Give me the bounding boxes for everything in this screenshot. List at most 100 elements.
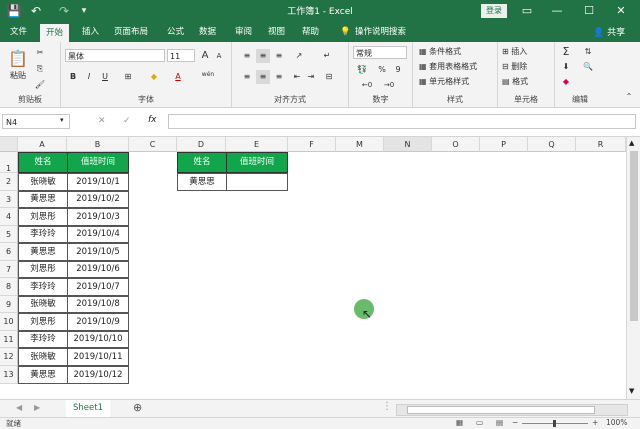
scroll-down-icon[interactable]: ▼ [629, 387, 634, 395]
scroll-thumb[interactable] [630, 151, 638, 321]
row-header[interactable]: 1 [0, 152, 18, 173]
table-cell[interactable]: 2019/10/2 [67, 191, 129, 208]
table-cell[interactable]: 2019/10/6 [67, 261, 129, 278]
tab-file[interactable]: 文件 [10, 25, 27, 42]
vertical-scrollbar[interactable]: ▲ ▼ [626, 137, 640, 399]
shrink-font-button[interactable]: A [213, 49, 225, 63]
format-cells-button[interactable]: ▤ 格式 [502, 75, 550, 89]
row-header[interactable]: 3 [0, 191, 18, 208]
font-size-select[interactable]: 11 [167, 49, 195, 62]
zoom-in-button[interactable]: + [592, 418, 598, 427]
insert-function-icon[interactable]: fx [148, 115, 157, 125]
table-cell[interactable]: 黄思思 [18, 243, 68, 261]
prev-sheet-icon[interactable]: ◀ [16, 403, 22, 412]
table-header-cell[interactable]: 姓名 [18, 152, 68, 173]
table-cell[interactable]: 张晓敏 [18, 296, 68, 313]
table-cell[interactable]: 2019/10/10 [67, 331, 129, 348]
row-header[interactable]: 5 [0, 226, 18, 243]
scroll-up-icon[interactable]: ▲ [629, 139, 634, 147]
table-cell[interactable]: 黄思思 [18, 366, 68, 384]
tab-review[interactable]: 审阅 [235, 25, 252, 42]
page-layout-view-icon[interactable]: ▭ [476, 418, 483, 427]
cancel-icon[interactable]: ✕ [98, 116, 106, 126]
table-cell[interactable]: 2019/10/9 [67, 313, 129, 331]
page-break-view-icon[interactable]: ▤ [496, 418, 503, 427]
column-header-q[interactable]: Q [528, 137, 576, 152]
enter-icon[interactable]: ✓ [123, 116, 131, 126]
font-color-button[interactable]: A [171, 70, 185, 84]
autosum-button[interactable]: Σ [559, 45, 573, 59]
wrap-text-icon[interactable]: ↵ [320, 49, 334, 63]
number-format-select[interactable]: 常规 [353, 46, 407, 59]
tab-view[interactable]: 视图 [268, 25, 285, 42]
table-header-cell[interactable]: 姓名 [177, 152, 227, 173]
decrease-indent-icon[interactable]: ⇤ [290, 70, 304, 84]
maximize-icon[interactable]: ☐ [578, 2, 600, 20]
column-header-e[interactable]: E [226, 137, 288, 152]
fill-color-icon[interactable]: ◆ [147, 70, 161, 84]
row-header[interactable]: 12 [0, 348, 18, 366]
align-center-icon[interactable]: ≡ [256, 70, 270, 84]
table-cell[interactable]: 李玲玲 [18, 331, 68, 348]
table-cell[interactable]: 2019/10/11 [67, 348, 129, 366]
table-cell[interactable]: 2019/10/1 [67, 173, 129, 191]
table-cell[interactable]: 刘思彤 [18, 261, 68, 278]
table-cell[interactable]: 刘思彤 [18, 313, 68, 331]
align-middle-icon[interactable]: ≡ [256, 49, 270, 63]
phonetic-button[interactable]: wén [199, 68, 217, 82]
zoom-level[interactable]: 100% [606, 418, 627, 427]
tab-data[interactable]: 数据 [199, 25, 216, 42]
column-header-o[interactable]: O [432, 137, 480, 152]
column-header-a[interactable]: A [18, 137, 67, 152]
horizontal-scrollbar[interactable] [396, 404, 628, 416]
table-cell[interactable]: 李玲玲 [18, 278, 68, 296]
tell-me-search[interactable]: 操作说明搜索 [355, 25, 406, 42]
underline-button[interactable]: U [99, 70, 111, 84]
tab-formulas[interactable]: 公式 [167, 25, 184, 42]
worksheet-grid[interactable]: A B C D E F M N O P Q R 1 2 3 4 5 6 7 8 9 10 11 12 1… [0, 137, 626, 399]
align-top-icon[interactable]: ≡ [240, 49, 254, 63]
fill-icon[interactable]: ⬇ [559, 60, 573, 74]
align-left-icon[interactable]: ≡ [240, 70, 254, 84]
format-as-table-button[interactable]: ▦ 套用表格格式 [419, 60, 495, 74]
paste-label[interactable]: 粘贴 [6, 69, 30, 83]
tab-home[interactable]: 开始 [40, 24, 70, 42]
row-header[interactable]: 10 [0, 313, 18, 331]
row-header[interactable]: 4 [0, 208, 18, 226]
column-header-r[interactable]: R [576, 137, 626, 152]
column-header-f[interactable]: F [288, 137, 336, 152]
column-header-d[interactable]: D [177, 137, 226, 152]
clear-icon[interactable]: ◆ [559, 75, 573, 89]
paste-icon[interactable]: 📋 [6, 48, 30, 70]
orientation-icon[interactable]: ↗ [292, 49, 306, 63]
column-header-n[interactable]: N [384, 137, 432, 152]
italic-button[interactable]: I [83, 70, 95, 84]
table-cell[interactable]: 2019/10/3 [67, 208, 129, 226]
cut-icon[interactable]: ✂ [34, 46, 46, 60]
normal-view-icon[interactable]: ▦ [456, 418, 463, 427]
merge-center-icon[interactable]: ⊟ [322, 70, 336, 84]
row-header[interactable]: 13 [0, 366, 18, 384]
row-header[interactable]: 7 [0, 261, 18, 278]
row-header[interactable]: 6 [0, 243, 18, 261]
column-header-b[interactable]: B [67, 137, 129, 152]
align-bottom-icon[interactable]: ≡ [272, 49, 286, 63]
column-header-c[interactable]: C [129, 137, 177, 152]
conditional-format-button[interactable]: ▦ 条件格式 [419, 45, 495, 59]
increase-decimal-icon[interactable]: ←0 [357, 78, 377, 92]
comma-button[interactable]: 9 [391, 63, 405, 77]
copy-icon[interactable]: ⎘ [34, 62, 46, 76]
increase-indent-icon[interactable]: ⇥ [304, 70, 318, 84]
table-cell[interactable]: 2019/10/12 [67, 366, 129, 384]
bold-button[interactable]: B [67, 70, 79, 84]
table-header-cell[interactable]: 值班时间 [67, 152, 129, 173]
table-cell[interactable]: 张晓敏 [18, 173, 68, 191]
tab-page-layout[interactable]: 页面布局 [114, 25, 148, 42]
ribbon-display-icon[interactable]: ▭ [516, 2, 538, 20]
insert-cells-button[interactable]: ⊞ 插入 [502, 45, 550, 59]
formula-input[interactable] [168, 114, 636, 129]
name-box-dropdown-icon[interactable]: ▾ [60, 116, 64, 124]
font-name-select[interactable]: 黑体 [65, 49, 165, 62]
share-button[interactable]: 👤 共享 [593, 25, 625, 38]
accounting-format-icon[interactable]: 💱 [355, 63, 369, 77]
